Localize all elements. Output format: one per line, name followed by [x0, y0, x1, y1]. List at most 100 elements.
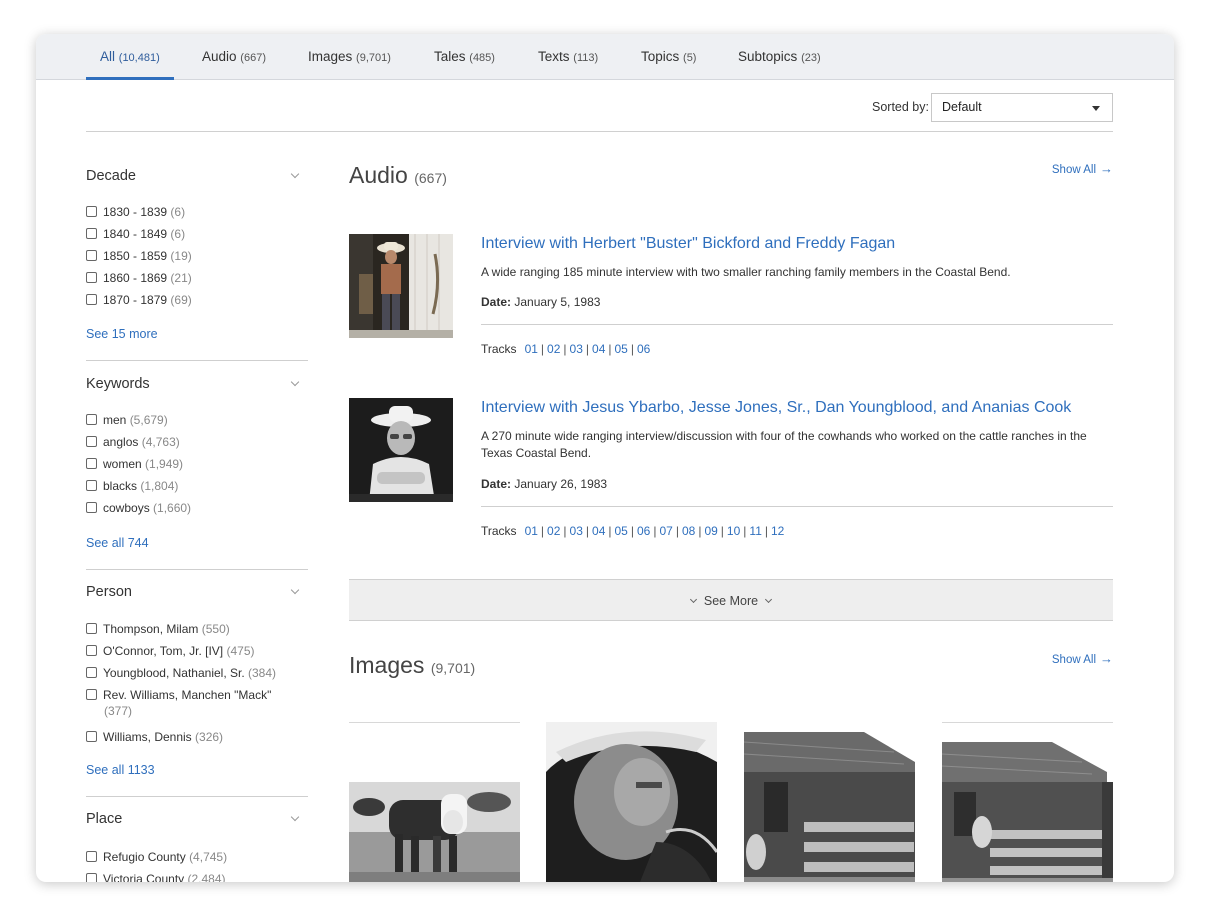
checkbox[interactable] — [86, 731, 97, 742]
checkbox[interactable] — [86, 502, 97, 513]
track-link[interactable]: 08 — [682, 524, 695, 538]
facet-option-count: (4,745) — [189, 850, 228, 864]
caret-down-icon — [1092, 106, 1100, 111]
facet-option[interactable]: 1840 - 1849 (6) — [86, 226, 296, 242]
audio-item-title[interactable]: Interview with Herbert "Buster" Bickford… — [481, 235, 895, 253]
facet-option-count: (1,949) — [145, 457, 184, 471]
checkbox[interactable] — [86, 206, 97, 217]
facet-option-count: (19) — [170, 249, 192, 263]
see-all-persons-link[interactable]: See all 1133 — [86, 763, 155, 777]
facet-option[interactable]: women (1,949) — [86, 456, 296, 472]
tab-topics[interactable]: Topics (5) — [641, 34, 696, 80]
facet-option[interactable]: 1860 - 1869 (21) — [86, 270, 296, 286]
chevron-down-icon[interactable] — [290, 812, 300, 822]
audio-thumbnail[interactable] — [349, 234, 453, 338]
section-title-images: Images (9,701) — [349, 652, 475, 679]
see-all-keywords-link[interactable]: See all 744 — [86, 536, 149, 550]
track-link[interactable]: 10 — [727, 524, 740, 538]
checkbox[interactable] — [86, 250, 97, 261]
track-link[interactable]: 03 — [570, 524, 583, 538]
checkbox[interactable] — [86, 436, 97, 447]
facet-option[interactable]: cowboys (1,660) — [86, 500, 296, 516]
checkbox[interactable] — [86, 645, 97, 656]
image-thumbnail[interactable] — [546, 722, 717, 882]
checkbox[interactable] — [86, 272, 97, 283]
facet-option[interactable]: Refugio County (4,745) — [86, 849, 296, 865]
track-link[interactable]: 12 — [771, 524, 784, 538]
facet-option-count: (5,679) — [129, 413, 168, 427]
facet-option-label: 1830 - 1839 — [103, 205, 168, 219]
audio-item-date: Date: January 5, 1983 — [481, 295, 600, 309]
facet-option[interactable]: Youngblood, Nathaniel, Sr. (384) — [86, 665, 296, 681]
track-link[interactable]: 07 — [659, 524, 672, 538]
tab-texts[interactable]: Texts (113) — [538, 34, 598, 80]
facet-option[interactable]: blacks (1,804) — [86, 478, 296, 494]
track-link[interactable]: 02 — [547, 524, 560, 538]
checkbox[interactable] — [86, 623, 97, 634]
checkbox[interactable] — [86, 458, 97, 469]
checkbox[interactable] — [86, 294, 97, 305]
image-thumbnail[interactable] — [942, 722, 1113, 882]
track-link[interactable]: 03 — [570, 342, 583, 356]
chevron-down-icon[interactable] — [290, 169, 300, 179]
track-link[interactable]: 05 — [615, 342, 628, 356]
show-all-label: Show All — [1051, 654, 1096, 666]
checkbox[interactable] — [86, 873, 97, 882]
facet-option[interactable]: 1850 - 1859 (19) — [86, 248, 296, 264]
audio-thumbnail[interactable] — [349, 398, 453, 502]
facet-option[interactable]: 1830 - 1839 (6) — [86, 204, 296, 220]
facet-option[interactable]: men (5,679) — [86, 412, 296, 428]
checkbox[interactable] — [86, 851, 97, 862]
checkbox[interactable] — [86, 689, 97, 700]
divider — [86, 131, 1113, 132]
checkbox[interactable] — [86, 228, 97, 239]
sort-select[interactable]: Default — [931, 93, 1113, 122]
track-link[interactable]: 01 — [525, 524, 538, 538]
tab-label: All — [100, 49, 116, 64]
track-link[interactable]: 11 — [749, 524, 761, 538]
tab-count: (9,701) — [356, 52, 391, 64]
section-title-text: Images — [349, 652, 425, 678]
audio-item-date: Date: January 26, 1983 — [481, 477, 607, 491]
section-count: (667) — [414, 170, 447, 186]
tab-subtopics[interactable]: Subtopics (23) — [738, 34, 821, 80]
track-link[interactable]: 09 — [704, 524, 717, 538]
tab-audio[interactable]: Audio (667) — [202, 34, 266, 80]
tab-tales[interactable]: Tales (485) — [434, 34, 495, 80]
audio-item-title[interactable]: Interview with Jesus Ybarbo, Jesse Jones… — [481, 399, 1071, 417]
track-link[interactable]: 06 — [637, 524, 650, 538]
facet-option-count: (1,804) — [140, 479, 179, 493]
image-thumbnail[interactable] — [349, 722, 520, 882]
facet-option[interactable]: Victoria County (2,484) — [86, 871, 296, 882]
divider — [86, 569, 308, 570]
chevron-down-icon[interactable] — [290, 585, 300, 595]
track-link[interactable]: 06 — [637, 342, 650, 356]
facet-option[interactable]: Williams, Dennis (326) — [86, 729, 296, 745]
facet-option[interactable]: anglos (4,763) — [86, 434, 296, 450]
tab-all[interactable]: All (10,481) — [86, 34, 174, 80]
track-link[interactable]: 04 — [592, 342, 605, 356]
show-all-images-link[interactable]: Show All → — [1052, 651, 1113, 666]
checkbox[interactable] — [86, 414, 97, 425]
facet-option-label: Williams, Dennis — [103, 730, 192, 744]
tab-images[interactable]: Images (9,701) — [308, 34, 391, 80]
see-more-decades-link[interactable]: See 15 more — [86, 327, 158, 341]
track-link[interactable]: 02 — [547, 342, 560, 356]
track-link[interactable]: 04 — [592, 524, 605, 538]
checkbox[interactable] — [86, 667, 97, 678]
facet-option[interactable]: Rev. Williams, Manchen "Mack" (377) — [86, 687, 296, 719]
chevron-down-icon[interactable] — [290, 377, 300, 387]
date-value: January 5, 1983 — [514, 295, 601, 309]
cabin-photo-icon — [744, 722, 915, 882]
facet-option[interactable]: Thompson, Milam (550) — [86, 621, 296, 637]
facet-option[interactable]: O'Connor, Tom, Jr. [IV] (475) — [86, 643, 296, 659]
image-thumbnail[interactable] — [744, 722, 915, 882]
facet-option[interactable]: 1870 - 1879 (69) — [86, 292, 296, 308]
checkbox[interactable] — [86, 480, 97, 491]
track-link[interactable]: 01 — [525, 342, 538, 356]
divider — [481, 506, 1113, 507]
see-more-button[interactable]: See More — [349, 579, 1113, 621]
track-link[interactable]: 05 — [615, 524, 628, 538]
show-all-audio-link[interactable]: Show All → — [1052, 161, 1113, 176]
facet-option-label: anglos — [103, 435, 139, 449]
